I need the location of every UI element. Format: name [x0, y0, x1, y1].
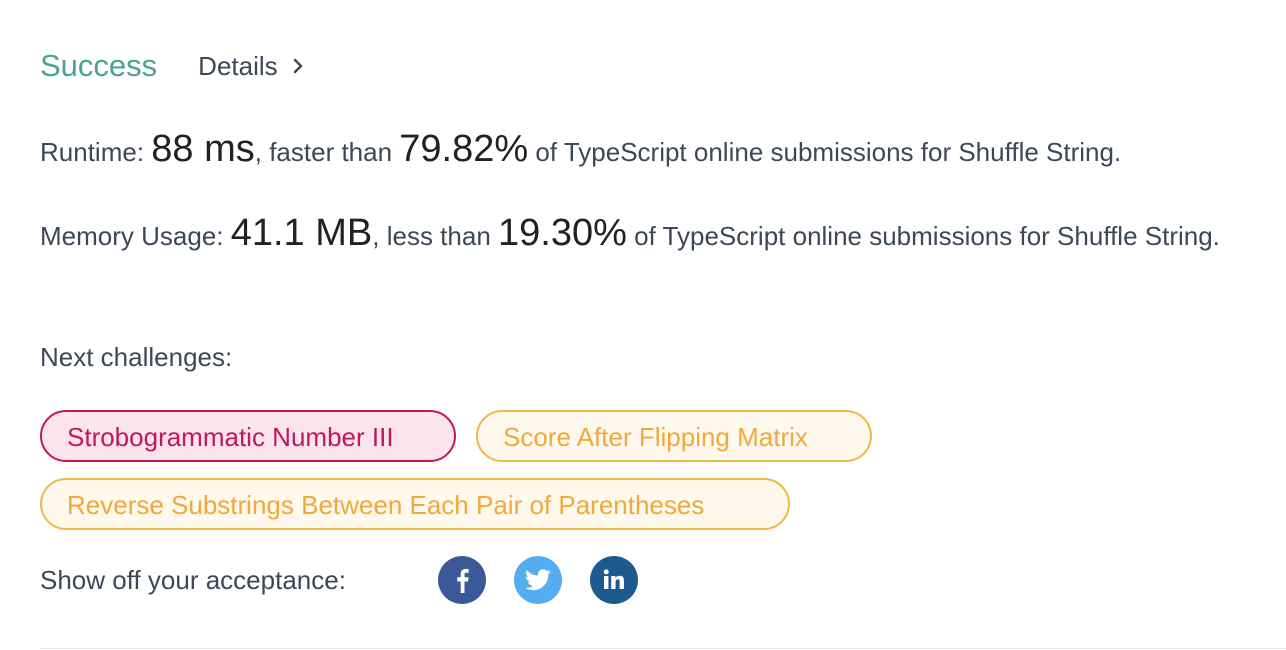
memory-suffix: of TypeScript online submissions for Shu… — [626, 221, 1220, 251]
memory-stat: Memory Usage: 41.1 MB, less than 19.30% … — [40, 212, 1280, 257]
details-label: Details — [198, 50, 278, 81]
details-link[interactable]: Details — [198, 51, 305, 82]
runtime-suffix: of TypeScript online submissions for Shu… — [528, 137, 1122, 167]
challenge-tag[interactable]: Strobogrammatic Number III — [40, 410, 456, 462]
challenge-tag[interactable]: Reverse Substrings Between Each Pair of … — [40, 478, 790, 530]
share-label: Show off your acceptance: — [40, 564, 346, 595]
result-header: Success Details — [40, 44, 306, 88]
runtime-stat: Runtime: 88 ms, faster than 79.82% of Ty… — [40, 128, 1121, 173]
next-challenges-label: Next challenges: — [40, 342, 233, 372]
memory-percent: 19.30% — [498, 212, 627, 254]
facebook-icon[interactable] — [438, 556, 486, 604]
memory-mid: , less than — [372, 221, 498, 251]
memory-label: Memory Usage: — [40, 221, 231, 251]
runtime-mid: , faster than — [254, 137, 400, 167]
runtime-value: 88 ms — [151, 128, 255, 170]
chevron-right-icon — [292, 58, 306, 74]
runtime-label: Runtime: — [40, 137, 152, 167]
linkedin-icon[interactable] — [590, 556, 638, 604]
memory-value: 41.1 MB — [230, 212, 373, 254]
challenge-tag[interactable]: Score After Flipping Matrix — [476, 410, 872, 462]
divider — [40, 648, 1286, 649]
runtime-percent: 79.82% — [399, 128, 529, 170]
status-label: Success — [40, 48, 158, 83]
twitter-icon[interactable] — [514, 556, 562, 604]
share-row: Show off your acceptance: — [40, 556, 666, 604]
